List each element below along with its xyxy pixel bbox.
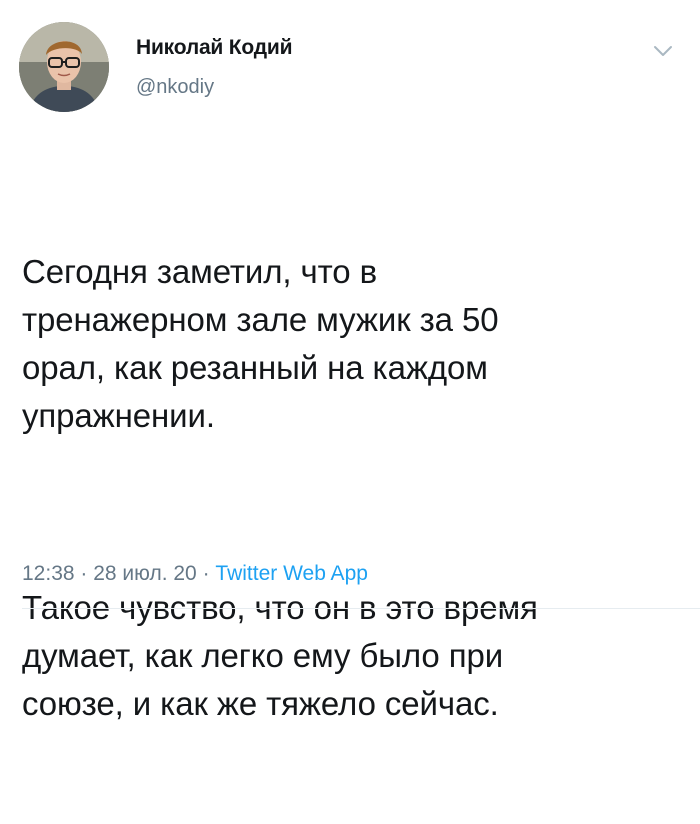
tweet-paragraph-1: Сегодня заметил, что в тренажерном зале … <box>22 253 499 434</box>
tweet-meta: 12:38 · 28 июл. 20 · Twitter Web App <box>22 562 368 586</box>
tweet-date[interactable]: 28 июл. 20 <box>93 562 197 585</box>
author-avatar[interactable] <box>19 22 109 112</box>
tweet-source-link[interactable]: Twitter Web App <box>215 562 368 585</box>
chevron-down-icon[interactable] <box>652 44 674 58</box>
user-photo-avatar-icon <box>19 22 109 112</box>
tweet-card: Николай Кодий @nkodiy Сегодня заметил, ч… <box>0 0 700 722</box>
meta-separator: · <box>74 562 94 585</box>
divider <box>22 608 700 609</box>
author-handle[interactable]: @nkodiy <box>136 76 214 99</box>
tweet-time[interactable]: 12:38 <box>22 562 75 585</box>
tweet-paragraph-2: Такое чувство, что он в это время думает… <box>22 589 538 722</box>
meta-separator: · <box>196 562 216 585</box>
tweet-text: Сегодня заметил, что в тренажерном зале … <box>22 152 682 824</box>
author-display-name[interactable]: Николай Кодий <box>136 36 292 60</box>
